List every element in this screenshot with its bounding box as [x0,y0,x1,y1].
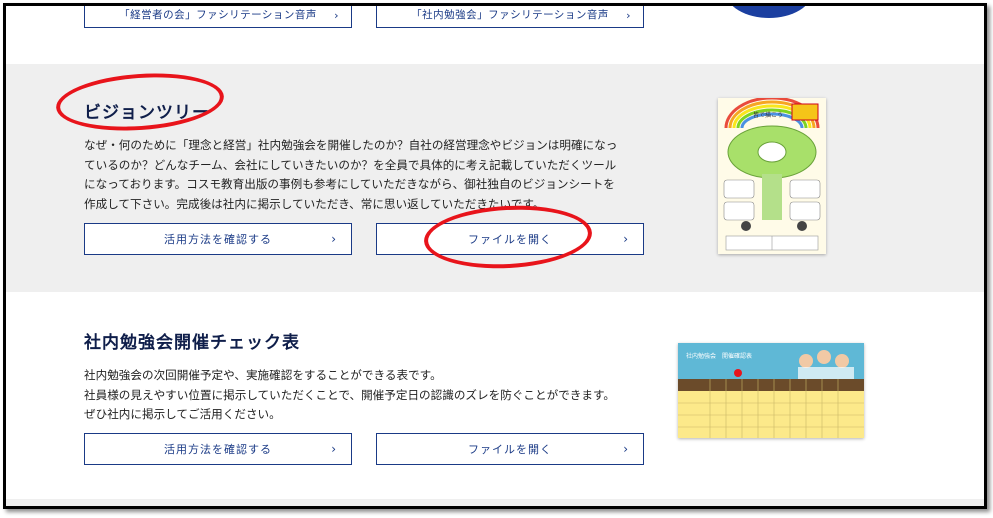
vision-tree-description: なぜ・何のために「理念と経営」社内勉強会を開催したのか？自社の経営理念やビジョン… [84,136,644,214]
poster-label: 皆で描こう [753,112,784,119]
chevron-right-icon: › [331,442,337,456]
check-table-thumbnail[interactable]: 社内勉強会 開催確認表 [678,343,864,438]
screenshot-frame: 「経営者の会」ファシリテーション音声 › 「社内勉強会」ファシリテーション音声 … [3,3,987,509]
button-label: 「社内勉強会」ファシリテーション音声 [411,9,609,21]
top-button-row: 「経営者の会」ファシリテーション音声 › 「社内勉強会」ファシリテーション音声 … [6,6,984,64]
check-table-open-file-button[interactable]: ファイルを開く › [376,433,644,465]
facilitation-audio-study-button[interactable]: 「社内勉強会」ファシリテーション音声 › [376,6,644,28]
button-label: 「経営者の会」ファシリテーション音声 [119,9,317,21]
desc-line: 社内勉強会の次回開催予定や、実施確認をすることができる表です。 [84,368,442,382]
next-section-band [6,499,984,506]
desc-line: ているのか？どんなチーム、会社にしていきたいのか？を全員で具体的に考え記載してい… [84,157,617,172]
button-label: 活用方法を確認する [164,233,272,246]
vision-tree-illustration [718,98,826,254]
check-table-usage-button[interactable]: 活用方法を確認する › [84,433,352,465]
chevron-right-icon: › [623,232,629,246]
button-label: ファイルを開く [468,443,552,456]
chevron-right-icon: › [623,442,629,456]
check-table-thumb-title: 社内勉強会 開催確認表 [686,353,753,360]
desc-line: 社員様の見えやすい位置に掲示していただくことで、開催予定日の認識のズレを防ぐこと… [84,387,615,402]
button-label: 活用方法を確認する [164,443,272,456]
vision-tree-thumbnail[interactable]: 皆で描こう [718,98,826,254]
chevron-right-icon: › [331,232,337,246]
check-table-title: 社内勉強会開催チェック表 [84,333,300,353]
decorative-circle-image [726,6,812,18]
desc-line: になっております。コスモ教育出版の事例も参考にしていただきながら、御社独自のビジ… [84,177,615,191]
vision-tree-usage-button[interactable]: 活用方法を確認する › [84,223,352,255]
desc-line: なぜ・何のために「理念と経営」社内勉強会を開催したのか？自社の経営理念やビジョン… [84,138,618,152]
chevron-right-icon: › [626,9,631,22]
chevron-right-icon: › [334,9,339,22]
facilitation-audio-managers-button[interactable]: 「経営者の会」ファシリテーション音声 › [84,6,352,28]
check-table-description: 社内勉強会の次回開催予定や、実施確認をすることができる表です。 社員様の見えやす… [84,366,644,425]
desc-line: ぜひ社内に掲示してご活用ください。 [84,407,281,421]
